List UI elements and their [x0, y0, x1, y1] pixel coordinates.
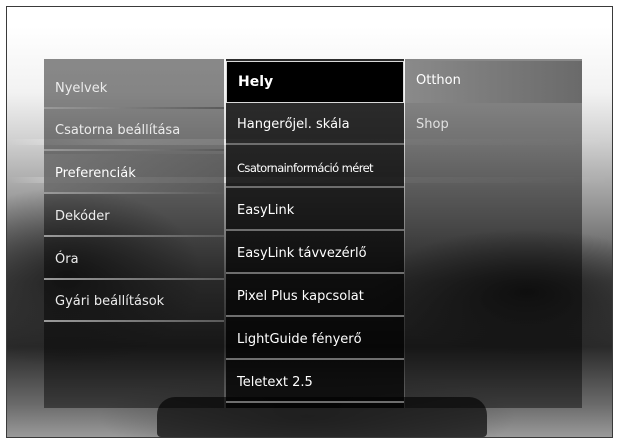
menu-item-nyelvek[interactable]: Nyelvek	[44, 69, 224, 109]
menu-item-easylink-tavvezerlo[interactable]: EasyLink távvezérlő	[226, 234, 404, 274]
menu-item-csatorna-beallitasa[interactable]: Csatorna beállítása	[44, 111, 224, 151]
settings-menu-level2: Hely Hangerőjel. skála Csatornainformáci…	[226, 59, 404, 408]
menu-item-pixel-plus-kapcsolat[interactable]: Pixel Plus kapcsolat	[226, 277, 404, 317]
menu-item-hely[interactable]: Hely	[226, 61, 404, 103]
settings-menu-level1: Nyelvek Csatorna beállítása Preferenciák…	[44, 59, 224, 408]
tv-screen: Nyelvek Csatorna beállítása Preferenciák…	[6, 6, 613, 438]
settings-menu-level3: Otthon Shop	[405, 59, 582, 408]
menu-item-gyari-beallitasok[interactable]: Gyári beállítások	[44, 282, 224, 322]
menu-item-hangerojel-skala[interactable]: Hangerőjel. skála	[226, 105, 404, 145]
menu-item-lightguide-fenyero[interactable]: LightGuide fényerő	[226, 320, 404, 360]
menu-item-dekoder[interactable]: Dekóder	[44, 197, 224, 237]
menu-option-otthon[interactable]: Otthon	[405, 61, 582, 103]
menu-item-preferenciak[interactable]: Preferenciák	[44, 154, 224, 194]
menu-item-ora[interactable]: Óra	[44, 240, 224, 280]
menu-item-easylink[interactable]: EasyLink	[226, 191, 404, 231]
menu-option-shop[interactable]: Shop	[405, 105, 582, 145]
menu-item-teletext[interactable]: Teletext 2.5	[226, 363, 404, 403]
menu-item-csatornainformacio-meret[interactable]: Csatornainformáció méret	[226, 148, 404, 188]
